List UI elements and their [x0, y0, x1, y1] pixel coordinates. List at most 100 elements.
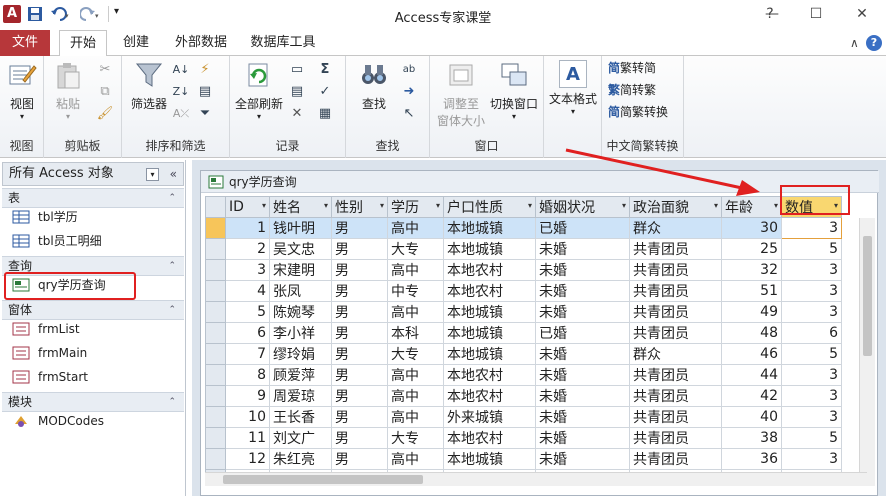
table-cell[interactable]: 6: [225, 322, 270, 344]
table-row[interactable]: 4 张凤男中专 本地农村 未婚 共青团员 51 3: [205, 280, 842, 302]
table-cell[interactable]: 中专: [387, 280, 444, 302]
scroll-thumb[interactable]: [223, 475, 423, 484]
table-cell[interactable]: 已婚: [535, 217, 630, 239]
nav-section-tables[interactable]: 表 ⌃: [2, 188, 184, 208]
filter-button[interactable]: 筛选器: [126, 60, 172, 112]
column-header[interactable]: ID ▾: [225, 196, 270, 218]
table-cell[interactable]: 大专: [387, 427, 444, 449]
column-dropdown-icon[interactable]: ▾: [324, 201, 328, 210]
table-row[interactable]: 2 吴文忠男大专 本地城镇 未婚 共青团员 25 5: [205, 238, 842, 260]
table-cell[interactable]: 10: [225, 406, 270, 428]
table-cell[interactable]: 3: [781, 364, 842, 386]
record-selector[interactable]: [205, 238, 226, 260]
table-cell[interactable]: 高中: [387, 385, 444, 407]
table-cell[interactable]: 高中: [387, 448, 444, 470]
table-cell[interactable]: 未婚: [535, 427, 630, 449]
help-icon[interactable]: ?: [866, 35, 882, 51]
table-cell[interactable]: 男: [331, 238, 388, 260]
table-cell[interactable]: 顾爱萍: [269, 364, 332, 386]
table-cell[interactable]: 6: [781, 322, 842, 344]
table-cell[interactable]: 44: [721, 364, 782, 386]
nav-header[interactable]: 所有 Access 对象 ▾ «: [2, 162, 184, 186]
table-cell[interactable]: 3: [225, 259, 270, 281]
table-cell[interactable]: 男: [331, 301, 388, 323]
select-icon[interactable]: ↖: [400, 106, 418, 122]
table-cell[interactable]: 高中: [387, 301, 444, 323]
spelling-icon[interactable]: ✓: [316, 84, 334, 100]
table-row[interactable]: 9 周爱琼男高中 本地农村 未婚 共青团员 42 3: [205, 385, 842, 407]
table-cell[interactable]: 未婚: [535, 406, 630, 428]
trad-to-simp-button[interactable]: 简繁转简: [608, 58, 656, 78]
datasheet-grid[interactable]: ID ▾ 姓名 ▾ 性别 ▾ 学历 ▾ 户口性质 ▾ 婚姻状况 ▾ 政治面貌 ▾ 年龄 ▾ 数值 ▾ 1 钱叶明男高…: [205, 196, 875, 486]
table-cell[interactable]: 本地城镇: [443, 448, 536, 470]
table-cell[interactable]: 陈婉琴: [269, 301, 332, 323]
record-selector[interactable]: [205, 448, 226, 470]
table-cell[interactable]: 本地农村: [443, 385, 536, 407]
nav-section-forms[interactable]: 窗体 ⌃: [2, 300, 184, 320]
copy-icon[interactable]: ⧉: [96, 84, 114, 100]
column-dropdown-icon[interactable]: ▾: [714, 201, 718, 210]
column-dropdown-icon[interactable]: ▾: [262, 201, 266, 210]
fit-to-form-button[interactable]: 调整至 窗体大小: [432, 60, 490, 129]
table-cell[interactable]: 周爱琼: [269, 385, 332, 407]
save-record-icon[interactable]: ▤: [288, 84, 306, 100]
table-cell[interactable]: 男: [331, 385, 388, 407]
table-row[interactable]: 3 宋建明男高中 本地农村 未婚 共青团员 32 3: [205, 259, 842, 281]
table-cell[interactable]: 共青团员: [629, 364, 722, 386]
delete-record-icon[interactable]: ✕: [288, 106, 306, 122]
table-cell[interactable]: 大专: [387, 343, 444, 365]
table-cell[interactable]: 男: [331, 280, 388, 302]
record-selector[interactable]: [205, 301, 226, 323]
record-selector[interactable]: [205, 280, 226, 302]
nav-menu-dropdown-icon[interactable]: ▾: [146, 168, 159, 181]
table-cell[interactable]: 1: [225, 217, 270, 239]
table-cell[interactable]: 王长香: [269, 406, 332, 428]
table-row[interactable]: 8 顾爱萍男高中 本地农村 未婚 共青团员 44 3: [205, 364, 842, 386]
text-format-button[interactable]: A 文本格式 ▾: [546, 60, 600, 116]
nav-item-frmstart[interactable]: frmStart: [12, 366, 88, 388]
tab-database-tools[interactable]: 数据库工具: [246, 30, 320, 56]
table-cell[interactable]: 46: [721, 343, 782, 365]
record-selector[interactable]: [205, 427, 226, 449]
table-cell[interactable]: 未婚: [535, 343, 630, 365]
table-cell[interactable]: 男: [331, 217, 388, 239]
table-cell[interactable]: 共青团员: [629, 280, 722, 302]
table-cell[interactable]: 30: [721, 217, 782, 239]
table-cell[interactable]: 未婚: [535, 448, 630, 470]
table-cell[interactable]: 共青团员: [629, 301, 722, 323]
table-cell[interactable]: 张凤: [269, 280, 332, 302]
table-cell[interactable]: 51: [721, 280, 782, 302]
table-cell[interactable]: 11: [225, 427, 270, 449]
more-records-icon[interactable]: ▦: [316, 106, 334, 122]
record-selector[interactable]: [205, 406, 226, 428]
close-button[interactable]: ✕: [852, 6, 872, 22]
table-cell[interactable]: 大专: [387, 238, 444, 260]
minimize-button[interactable]: —: [762, 6, 782, 22]
table-cell[interactable]: 未婚: [535, 385, 630, 407]
table-cell[interactable]: 群众: [629, 217, 722, 239]
view-button[interactable]: 视图 ▾: [4, 60, 40, 121]
table-cell[interactable]: 共青团员: [629, 259, 722, 281]
nav-section-modules[interactable]: 模块 ⌃: [2, 392, 184, 412]
cut-icon[interactable]: ✂: [96, 62, 114, 78]
paste-button[interactable]: 粘贴 ▾: [50, 60, 86, 121]
column-header[interactable]: 学历 ▾: [387, 196, 444, 218]
table-cell[interactable]: 本地城镇: [443, 301, 536, 323]
remove-sort-icon[interactable]: A⤫: [172, 106, 190, 122]
table-cell[interactable]: 49: [721, 301, 782, 323]
table-row[interactable]: 10 王长香男高中 外来城镇 未婚 共青团员 40 3: [205, 406, 842, 428]
table-cell[interactable]: 8: [225, 364, 270, 386]
table-cell[interactable]: 本地城镇: [443, 322, 536, 344]
table-cell[interactable]: 未婚: [535, 259, 630, 281]
vertical-scrollbar[interactable]: [859, 218, 875, 486]
table-cell[interactable]: 本科: [387, 322, 444, 344]
table-cell[interactable]: 朱红亮: [269, 448, 332, 470]
table-cell[interactable]: 本地农村: [443, 280, 536, 302]
collapse-ribbon-icon[interactable]: ∧: [850, 36, 859, 50]
table-cell[interactable]: 群众: [629, 343, 722, 365]
nav-item-frmlist[interactable]: frmList: [12, 318, 80, 340]
table-row[interactable]: 1 钱叶明男高中 本地城镇 已婚 群众 30 3: [205, 217, 842, 239]
table-cell[interactable]: 9: [225, 385, 270, 407]
table-cell[interactable]: 共青团员: [629, 406, 722, 428]
format-painter-icon[interactable]: 🖌: [96, 106, 114, 122]
